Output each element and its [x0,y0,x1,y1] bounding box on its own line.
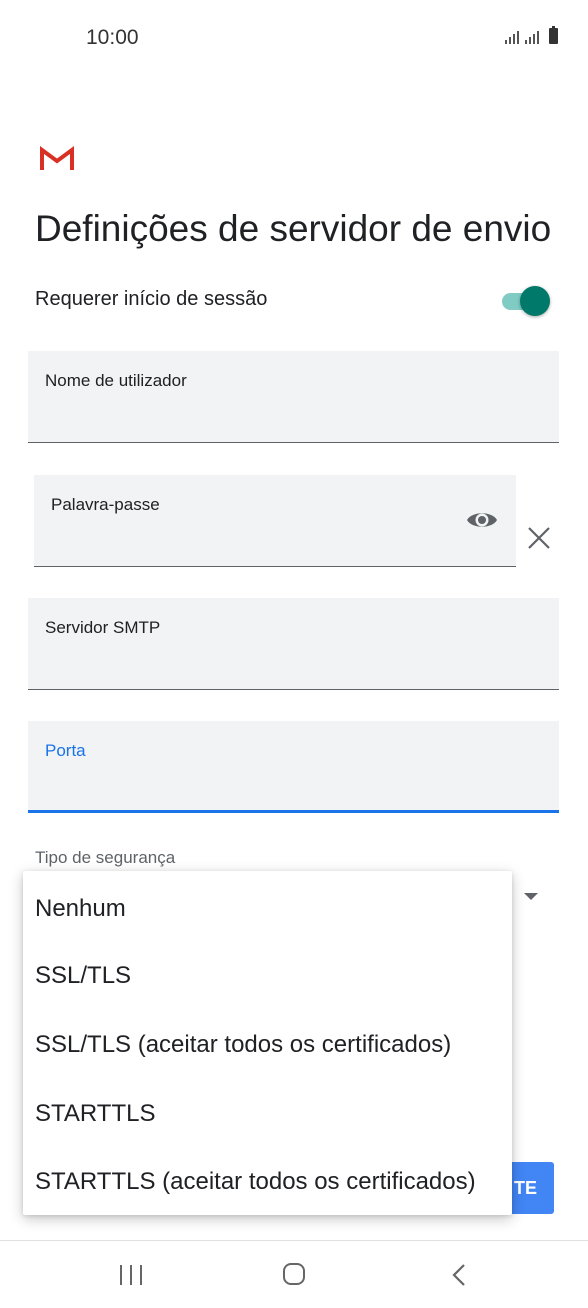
next-button[interactable]: TE [505,1162,554,1214]
status-icons [505,26,558,44]
require-signin-row[interactable]: Requerer início de sessão [35,284,550,318]
home-icon[interactable] [283,1263,305,1285]
security-type-label: Tipo de segurança [35,848,176,867]
status-time: 10:00 [86,26,139,49]
toggle-thumb [520,286,550,316]
next-button-label: TE [514,1178,538,1198]
page-title: Definições de servidor de envio [35,208,552,249]
smtp-server-field[interactable]: Servidor SMTP [28,598,559,690]
gmail-logo [40,146,74,170]
username-label: Nome de utilizador [45,371,187,390]
require-signin-label: Requerer início de sessão [35,288,268,310]
menu-item-none[interactable]: Nenhum [35,895,126,923]
username-field[interactable]: Nome de utilizador [28,351,559,443]
signal-icon [525,28,539,44]
password-label: Palavra-passe [51,495,160,514]
recent-apps-icon[interactable] [120,1265,142,1285]
menu-item-starttls-accept-all[interactable]: STARTTLS (aceitar todos os certificados) [35,1168,476,1196]
port-label: Porta [45,741,86,760]
security-type-menu: Nenhum SSL/TLS SSL/TLS (aceitar todos os… [23,871,512,1215]
password-field[interactable]: Palavra-passe [34,475,516,567]
signal-icon [505,28,519,44]
close-icon[interactable] [527,526,551,550]
port-field[interactable]: Porta [28,721,559,813]
menu-item-ssl-tls-accept-all[interactable]: SSL/TLS (aceitar todos os certificados) [35,1031,451,1059]
require-signin-toggle[interactable] [500,286,550,316]
menu-item-ssl-tls[interactable]: SSL/TLS [35,962,131,990]
back-icon[interactable] [450,1263,470,1287]
smtp-server-label: Servidor SMTP [45,618,161,637]
dropdown-arrow-icon[interactable] [524,893,538,900]
navigation-bar [0,1241,588,1308]
status-bar: 10:00 [0,0,588,76]
eye-icon[interactable] [466,509,498,531]
menu-item-starttls[interactable]: STARTTLS [35,1100,155,1128]
battery-icon [549,26,558,44]
